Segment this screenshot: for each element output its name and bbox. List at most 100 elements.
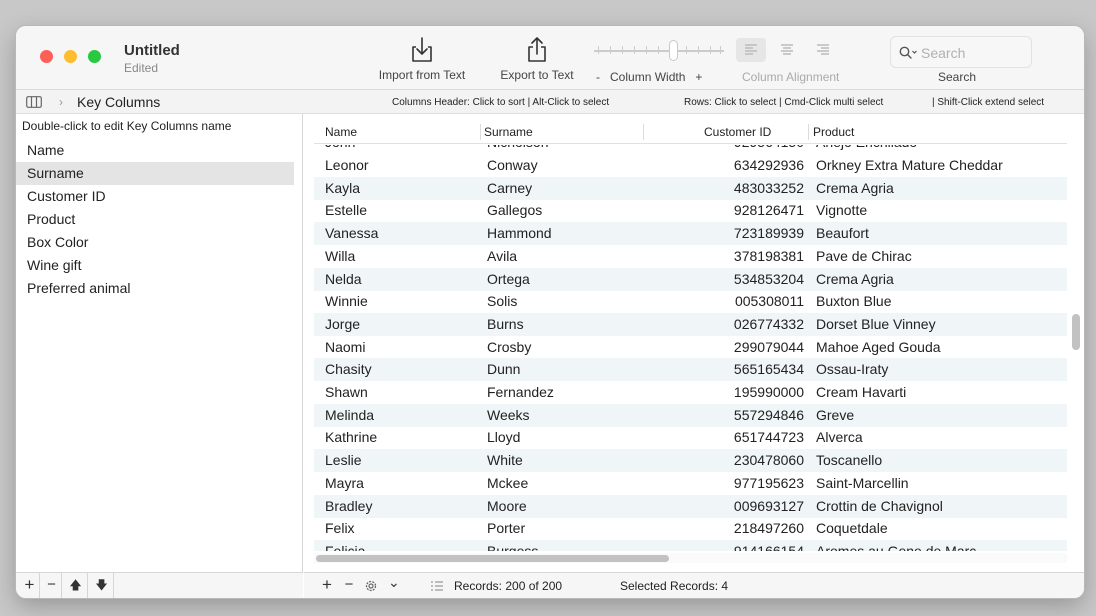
cell-customer-id: 483033252 <box>733 179 804 196</box>
slider-tick <box>610 46 611 54</box>
cell-surname: Lloyd <box>487 429 521 446</box>
cell-customer-id: 929564150 <box>734 145 804 150</box>
table-row[interactable]: Willa Avila 378198381 Pave de Chirac <box>314 245 1067 268</box>
cell-name: Winnie <box>325 293 368 310</box>
cell-name: Bradley <box>325 497 373 514</box>
cell-customer-id: 534853204 <box>733 270 804 287</box>
sidebar-toggle-icon[interactable] <box>26 96 42 108</box>
action-menu-button[interactable]: ⌄ <box>362 573 402 598</box>
add-record-button[interactable]: + <box>318 573 336 598</box>
column-width-plus[interactable]: + <box>695 70 702 84</box>
search-field[interactable] <box>890 36 1032 68</box>
cell-product: Buxton Blue <box>816 293 892 310</box>
cell-product: Vignotte <box>816 202 868 219</box>
cell-name: Naomi <box>325 338 366 355</box>
cell-product: Cream Havarti <box>816 384 907 400</box>
horizontal-scrollbar[interactable] <box>314 553 1067 563</box>
column-header-name[interactable]: Name <box>325 125 357 139</box>
column-separator[interactable] <box>808 124 809 140</box>
column-separator[interactable] <box>643 124 644 140</box>
cell-product: Ossau-Iraty <box>816 361 889 378</box>
align-right-button[interactable] <box>808 38 838 62</box>
table-footer: + − ⌄ Records: 200 of 200 Selected Recor… <box>304 572 1084 598</box>
key-column-item[interactable]: Customer ID <box>16 185 294 208</box>
table-row[interactable]: Felicia Burgess 914166154 Aromes au Gene de… <box>314 539 1067 551</box>
document-title: Untitled <box>124 42 180 59</box>
table-row[interactable]: Kayla Carney 483033252 Crema Agria <box>314 176 1067 200</box>
cell-customer-id: 026774332 <box>733 315 804 332</box>
horizontal-scroll-thumb[interactable] <box>316 555 669 562</box>
column-header-surname[interactable]: Surname <box>484 125 533 139</box>
column-width-slider[interactable] <box>594 40 724 62</box>
table-row[interactable]: Estelle Gallegos 928126471 Vignotte <box>314 199 1067 222</box>
table-row[interactable]: Melinda Weeks 557294846 Greve <box>314 403 1067 427</box>
slider-tick <box>598 46 599 54</box>
remove-record-button[interactable]: − <box>340 573 358 598</box>
key-column-item[interactable]: Product <box>16 208 294 231</box>
column-separator[interactable] <box>480 124 481 140</box>
table-row[interactable]: Nelda Ortega 534853204 Crema Agria <box>314 267 1067 291</box>
cell-surname: Ortega <box>487 270 530 287</box>
add-key-column-button[interactable]: + <box>20 573 40 598</box>
table-row[interactable]: Shawn Fernandez 195990000 Cream Havarti <box>314 381 1067 404</box>
search-input[interactable] <box>921 43 1025 63</box>
cell-name: Felicia <box>325 542 366 551</box>
move-down-button[interactable]: 🡇 <box>90 573 114 598</box>
cell-product: Crema Agria <box>816 270 894 287</box>
square-arrow-up-icon <box>528 37 546 62</box>
key-column-item[interactable]: Surname <box>16 162 294 185</box>
cell-customer-id: 634292936 <box>733 157 804 173</box>
cell-surname: Porter <box>487 520 526 537</box>
cell-product: Alverca <box>816 429 863 446</box>
remove-key-column-button[interactable]: − <box>42 573 62 598</box>
key-column-item[interactable]: Box Color <box>16 231 294 254</box>
table-row[interactable]: John Nicholson 929564150 Anejo Enchilado <box>314 145 1067 154</box>
cell-name: Mayra <box>325 474 364 491</box>
table-body: John Nicholson 929564150 Anejo Enchilado Leo… <box>314 145 1067 551</box>
table-row[interactable]: Vanessa Hammond 723189939 Beaufort <box>314 222 1067 246</box>
key-column-item[interactable]: Wine gift <box>16 254 294 277</box>
cell-product: Toscanello <box>816 452 883 469</box>
gear-icon <box>365 580 377 592</box>
cell-name: Leslie <box>325 452 362 469</box>
export-label: Export to Text <box>500 68 574 82</box>
table-row[interactable]: Chasity Dunn 565165434 Ossau-Iraty <box>314 358 1067 382</box>
export-to-text-button[interactable]: Export to Text <box>490 34 584 82</box>
column-width-minus[interactable]: - <box>596 70 600 84</box>
minimize-window-button[interactable] <box>64 50 77 63</box>
cell-surname: Fernandez <box>487 384 554 400</box>
key-column-item[interactable]: Preferred animal <box>16 277 294 300</box>
table-row[interactable]: Kathrine Lloyd 651744723 Alverca <box>314 426 1067 449</box>
zoom-window-button[interactable] <box>88 50 101 63</box>
list-icon <box>431 581 443 591</box>
cell-surname: Solis <box>487 293 518 310</box>
chevron-down-icon: ⌄ <box>388 574 400 590</box>
table-row[interactable]: Leslie White 230478060 Toscanello <box>314 449 1067 473</box>
table-row[interactable]: Mayra Mckee 977195623 Saint-Marcellin <box>314 472 1067 495</box>
slider-knob[interactable] <box>669 40 678 61</box>
cell-product: Pave de Chirac <box>816 247 912 264</box>
header-hint: Columns Header: Click to sort | Alt-Clic… <box>392 97 610 108</box>
cell-name: Felix <box>325 520 355 537</box>
cell-name: Estelle <box>325 202 368 219</box>
column-header-customer-id[interactable]: Customer ID <box>704 125 771 139</box>
close-window-button[interactable] <box>40 50 53 63</box>
vertical-scroll-thumb[interactable] <box>1072 314 1080 350</box>
records-count: Records: 200 of 200 <box>454 579 563 593</box>
breadcrumb[interactable]: Key Columns <box>77 94 160 110</box>
slider-tick <box>686 46 687 54</box>
table-row[interactable]: Winnie Solis 005308011 Buxton Blue <box>314 290 1067 313</box>
import-from-text-button[interactable]: Import from Text <box>368 34 476 82</box>
table-row[interactable]: Jorge Burns 026774332 Dorset Blue Vinney <box>314 312 1067 336</box>
key-column-item[interactable]: Name <box>16 139 294 162</box>
rows-hint: Rows: Click to select | Cmd-Click multi … <box>684 97 884 108</box>
table-row[interactable]: Felix Porter 218497260 Coquetdale <box>314 517 1067 540</box>
align-left-button[interactable] <box>736 38 766 62</box>
column-header-product[interactable]: Product <box>813 125 854 139</box>
align-center-button[interactable] <box>772 38 802 62</box>
table-row[interactable]: Leonor Conway 634292936 Orkney Extra Mature… <box>314 154 1067 177</box>
table-row[interactable]: Bradley Moore 009693127 Crottin de Chavigno… <box>314 494 1067 518</box>
table-row[interactable]: Naomi Crosby 299079044 Mahoe Aged Gouda <box>314 336 1067 359</box>
cell-surname: Carney <box>487 179 533 196</box>
move-up-button[interactable]: 🡅 <box>64 573 88 598</box>
